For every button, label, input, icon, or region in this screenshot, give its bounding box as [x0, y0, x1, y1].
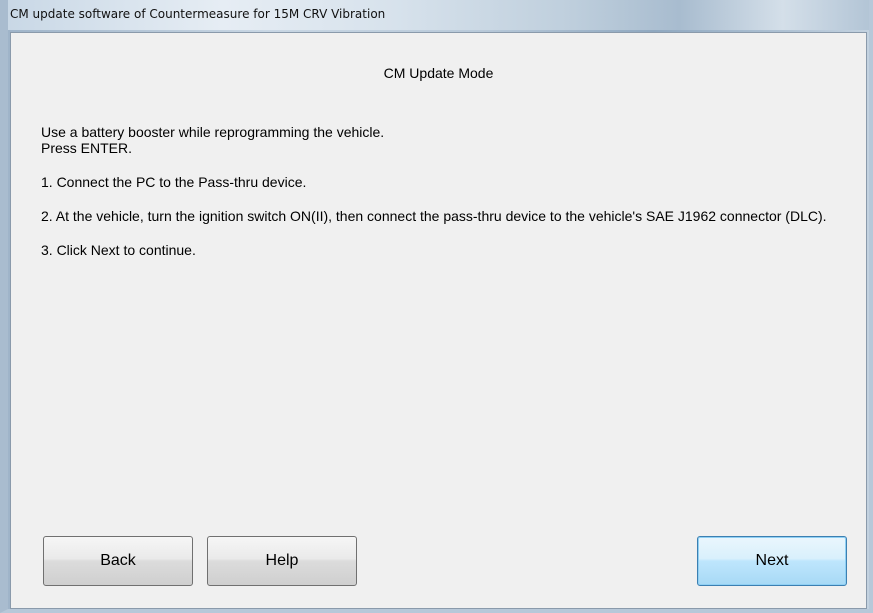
wizard-panel: CM Update Mode Use a battery booster whi…	[10, 32, 867, 609]
step-1: 1. Connect the PC to the Pass-thru devic…	[41, 174, 307, 190]
instructions: Use a battery booster while reprogrammin…	[41, 124, 841, 276]
page-title: CM Update Mode	[383, 65, 494, 81]
battery-line: Use a battery booster while reprogrammin…	[41, 124, 385, 140]
step-3: 3. Click Next to continue.	[41, 242, 196, 258]
press-enter-line: Press ENTER.	[41, 140, 133, 156]
next-button[interactable]: Next	[697, 536, 847, 586]
step-2: 2. At the vehicle, turn the ignition swi…	[41, 208, 827, 224]
help-button[interactable]: Help	[207, 536, 357, 586]
back-button[interactable]: Back	[43, 536, 193, 586]
window-title: CM update software of Countermeasure for…	[10, 7, 386, 21]
title-bar[interactable]: CM update software of Countermeasure for…	[8, 0, 869, 30]
battery-instruction: Use a battery booster while reprogrammin…	[41, 124, 841, 156]
app-window: CM update software of Countermeasure for…	[0, 0, 873, 613]
